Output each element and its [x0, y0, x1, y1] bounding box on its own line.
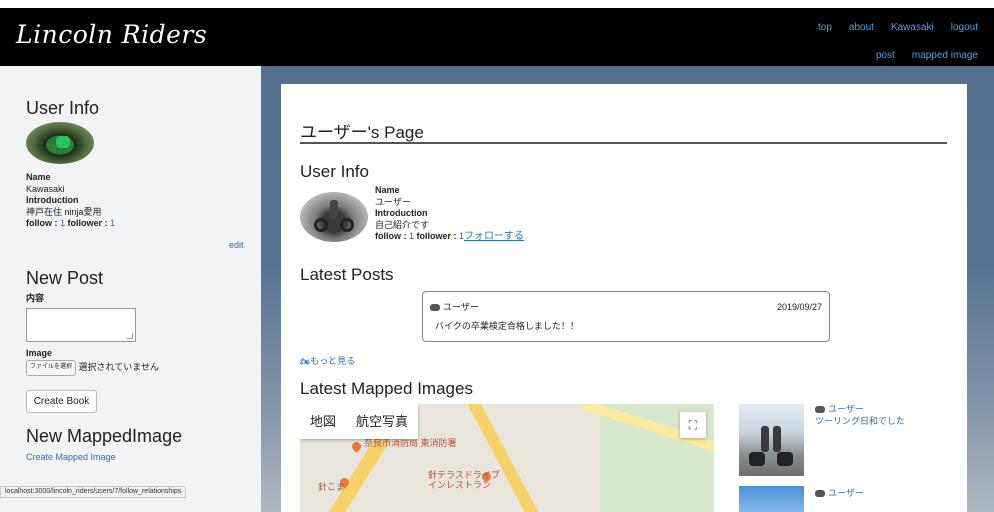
nav-top-link[interactable]: top [818, 22, 832, 33]
nav-post-link[interactable]: post [876, 50, 895, 61]
image-label: Image [26, 348, 53, 358]
user-intro-label: Introduction [375, 208, 428, 218]
fullscreen-icon[interactable]: ⛶ [680, 412, 706, 438]
mapped-item-1-caption[interactable]: ツーリング日和でした [815, 416, 905, 426]
author-avatar-icon [815, 490, 825, 498]
post-date: 2019/09/27 [776, 302, 822, 312]
new-mapped-image-heading: New MappedImage [26, 426, 183, 446]
latest-mapped-images-heading: Latest Mapped Images [300, 379, 473, 398]
choose-file-button[interactable]: ファイルを選択 [26, 360, 77, 376]
user-name-label: Name [375, 185, 400, 195]
content-label: 内容 [26, 293, 45, 303]
follow-button[interactable]: フォローする [464, 231, 524, 242]
post-avatar-icon [430, 304, 440, 312]
author-avatar-icon [815, 406, 825, 414]
see-more-link[interactable]: もっと見る [310, 356, 355, 366]
user-info-heading: User Info [300, 162, 369, 181]
page-title: ユーザー's Page [300, 123, 424, 142]
title-divider [300, 142, 947, 144]
mapped-item-2-author: ユーザー [815, 488, 864, 500]
map-label-restaurant: 針テラスドライブ インレストラン [428, 470, 500, 490]
nav-about-link[interactable]: about [849, 22, 874, 33]
user-follow-stats: follow : 1 follower : 1フォローする [375, 231, 525, 242]
brand-logo[interactable]: Lincoln Riders [16, 20, 207, 49]
edit-profile-link[interactable]: edit [229, 240, 244, 252]
post-card[interactable]: ユーザー 2019/09/27 バイクの卒業検定合格しました！！ [422, 291, 830, 342]
top-navbar: Lincoln Riders top about Kawasaki logout po… [0, 8, 994, 66]
sidebar: User Info Name Kawasaki Introduction 神戸在… [0, 66, 261, 512]
sidebar-follower-count[interactable]: 1 [110, 218, 115, 228]
nav-mapped-image-link[interactable]: mapped image [912, 50, 978, 61]
user-name-value: ユーザー [375, 196, 411, 207]
user-intro-value: 自己紹介です [375, 219, 430, 230]
sidebar-intro-label: Introduction [26, 195, 79, 205]
fire-station-pin-icon[interactable] [350, 440, 363, 453]
map-tab-map[interactable]: 地図 [300, 404, 346, 439]
map-type-tabs: 地図 航空写真 [300, 404, 419, 439]
post-author: ユーザー [443, 302, 479, 312]
mapped-image-thumbnail-1[interactable] [739, 404, 804, 476]
new-post-heading: New Post [26, 268, 104, 288]
mapped-item-1-author: ユーザー [815, 404, 905, 416]
nav-logout-link[interactable]: logout [951, 22, 978, 33]
file-status: 選択されていません [78, 362, 159, 373]
mapped-image-thumbnail-2[interactable] [739, 486, 804, 512]
post-content-textarea[interactable] [26, 308, 136, 342]
map-tab-satellite[interactable]: 航空写真 [346, 404, 418, 439]
file-picker: ファイルを選択 選択されていません [26, 360, 159, 376]
browser-status-bar: localhost:3000/lincoln_riders/users/7/fo… [0, 486, 187, 498]
sidebar-intro-value: 神戸在住 ninja愛用 [26, 206, 102, 217]
nav-user-link[interactable]: Kawasaki [891, 22, 934, 33]
sidebar-user-info-heading: User Info [26, 98, 100, 118]
latest-posts-heading: Latest Posts [300, 265, 394, 284]
user-page-card: ユーザー's Page User Info Name ユーザー Introduc… [281, 84, 967, 512]
create-mapped-image-link[interactable]: Create Mapped Image [26, 452, 116, 464]
create-book-button[interactable]: Create Book [26, 390, 97, 413]
user-avatar [300, 192, 368, 242]
map-label-hari: 針こま [318, 482, 346, 492]
sidebar-name-value: Kawasaki [26, 183, 65, 194]
post-body: バイクの卒業検定合格しました！！ [435, 321, 579, 331]
sidebar-avatar [26, 122, 94, 164]
sidebar-follow-stats: follow : 1 follower : 1 [26, 218, 116, 228]
google-map[interactable]: 奈良市消防局 東消防署 針こま 針テラスドライブ インレストラン 地図 航空写真… [300, 404, 714, 512]
sidebar-name-label: Name [26, 172, 51, 182]
motorcycle-icon: 🏍 [300, 357, 311, 366]
